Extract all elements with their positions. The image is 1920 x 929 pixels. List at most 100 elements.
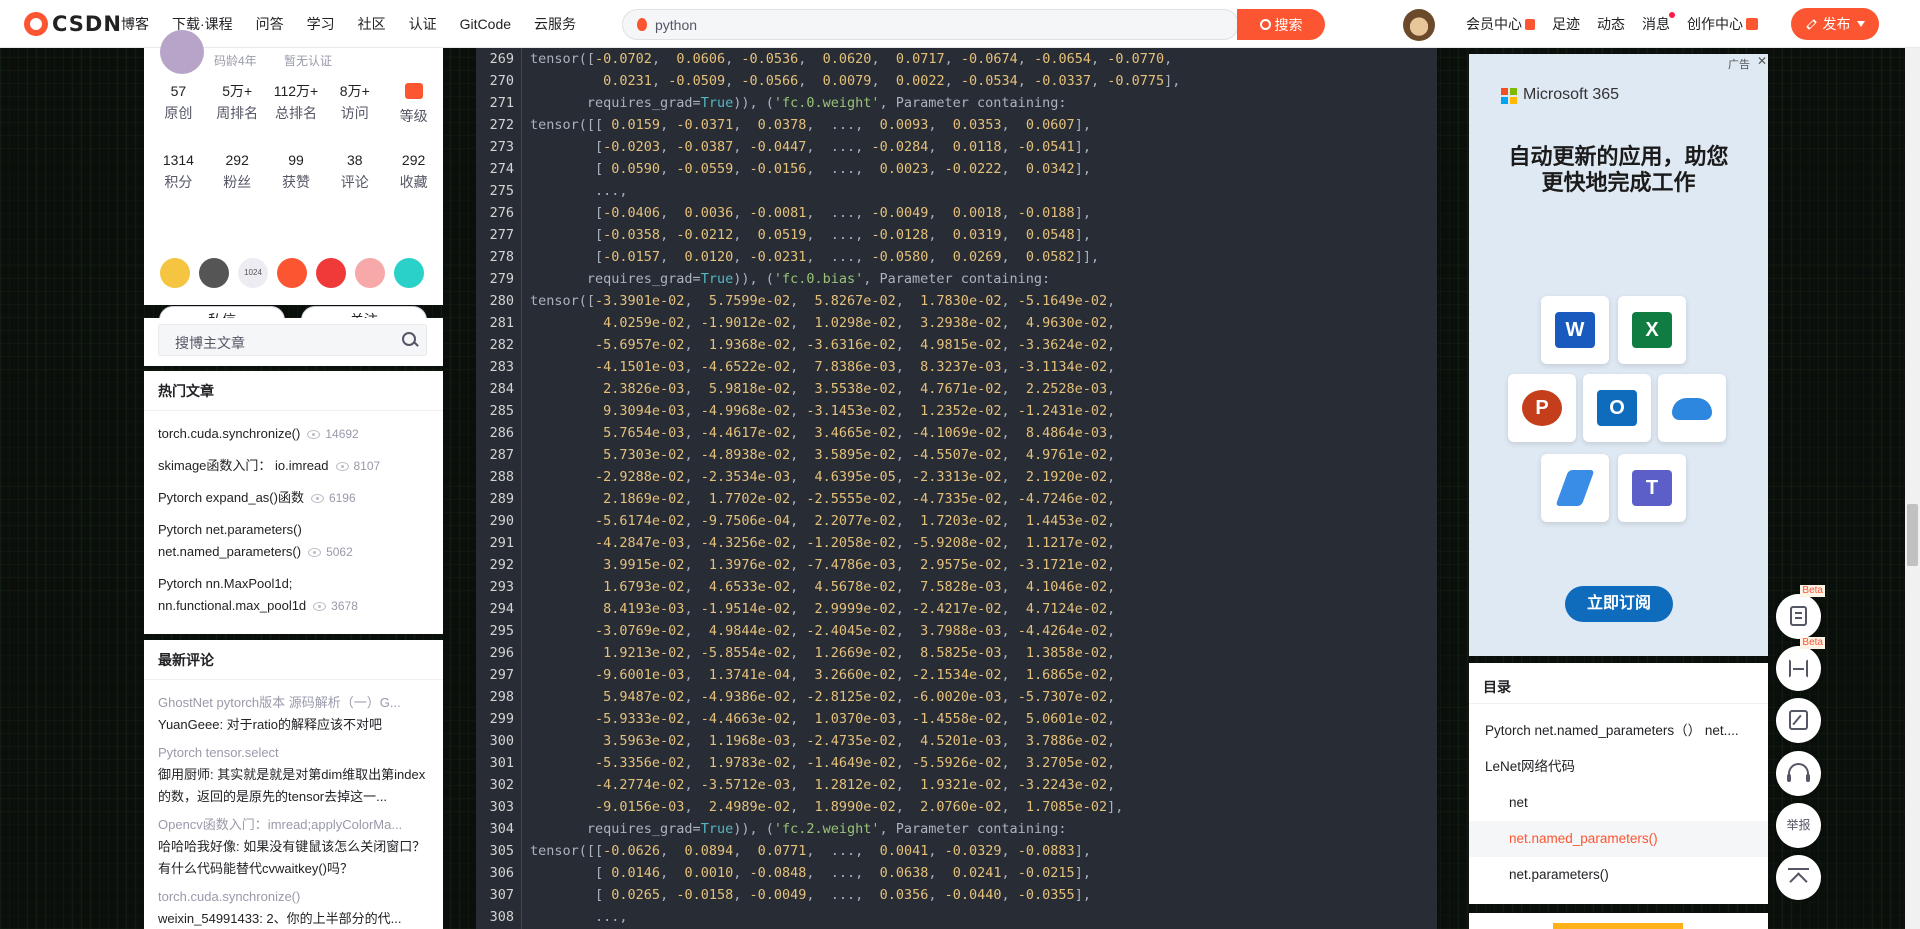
toc-item[interactable]: Pytorch net.named_parameters（） net....	[1469, 713, 1768, 749]
author-profile-card: 码龄4年 暂无认证 57 原创 5万+ 周排名 112万+ 总排名 8万+ 访问 等级 …	[144, 30, 443, 334]
hot-article-item[interactable]: torch.cuda.synchronize() 14692	[158, 423, 430, 445]
code-text: requires_grad=True)), ('fc.0.bias', Para…	[530, 271, 1051, 287]
line-number: 273	[489, 139, 514, 155]
user-avatar[interactable]	[1403, 9, 1435, 41]
code-line: 280 tensor([-3.3901e-02, 5.7599e-02, 5.82…	[476, 290, 1437, 312]
hot-article-title: Pytorch nn.MaxPool1d; nn.functional.max_…	[158, 576, 307, 613]
badge-icon[interactable]	[160, 258, 190, 288]
hot-article-item[interactable]: Pytorch expand_as()函数 6196	[158, 487, 430, 509]
dynamics-link[interactable]: 动态	[1597, 14, 1625, 34]
comment-item[interactable]: Pytorch tensor.select 御用厨师: 其实就是就是对第dim维…	[158, 742, 430, 808]
publish-button[interactable]: 发布	[1791, 8, 1879, 40]
subscribe-now-button[interactable]: 立即订阅	[1565, 586, 1673, 622]
line-number: 282	[489, 337, 514, 353]
latest-comments-title: 最新评论	[158, 652, 214, 668]
view-count: 14692	[325, 427, 359, 441]
line-number: 285	[489, 403, 514, 419]
divider	[1469, 703, 1768, 704]
code-tool-button[interactable]: Beta	[1776, 637, 1825, 691]
promo-banner-strip[interactable]	[1553, 923, 1683, 929]
comment-source-article[interactable]: Pytorch tensor.select	[158, 742, 430, 764]
nav-item-learn[interactable]: 学习	[307, 14, 335, 34]
page-scrollbar[interactable]	[1905, 48, 1920, 929]
search-button[interactable]: 搜索	[1237, 9, 1325, 40]
stat-likes[interactable]: 99 获赞	[267, 150, 326, 191]
comment-source-article[interactable]: torch.cuda.synchronize()	[158, 886, 430, 908]
comment-text: 哈哈哈我好像: 如果没有键鼠该怎么关闭窗口？ 有什么代码能替代cvwaitkey…	[158, 839, 426, 876]
nav-item-qa[interactable]: 问答	[256, 14, 284, 34]
stat-visits[interactable]: 8万+ 访问	[325, 81, 384, 125]
comment-item[interactable]: torch.cuda.synchronize() weixin_54991433…	[158, 886, 430, 929]
write-button[interactable]	[1776, 698, 1821, 743]
blog-search-input[interactable]: 搜博主文章	[158, 324, 427, 356]
line-number: 303	[489, 799, 514, 815]
code-line: 271 requires_grad=True)), ('fc.0.weight'…	[476, 92, 1437, 114]
toc-item[interactable]: net.parameters()	[1469, 857, 1768, 893]
badge-1024-icon[interactable]: 1024	[238, 258, 268, 288]
badge-icon[interactable]	[199, 258, 229, 288]
microsoft-365-ad[interactable]: 广告 ✕ Microsoft 365 自动更新的应用，助您 更快地完成工作 W …	[1469, 54, 1768, 656]
stat-favorites[interactable]: 292 收藏	[384, 150, 443, 191]
comment-item[interactable]: Opencv函数入门：imread;applyColorMa... 哈哈哈我好像…	[158, 814, 430, 880]
creation-center-link[interactable]: 创作中心	[1687, 14, 1758, 34]
author-avatar[interactable]	[160, 30, 204, 74]
nav-item-cloud[interactable]: 云服务	[534, 14, 576, 34]
comment-list: GhostNet pytorch版本 源码解析（一）G... YuanGeee:…	[158, 692, 430, 929]
nav-item-certification[interactable]: 认证	[409, 14, 437, 34]
nav-item-community[interactable]: 社区	[358, 14, 386, 34]
toc-item[interactable]: LeNet网络代码	[1469, 749, 1768, 785]
footprint-link[interactable]: 足迹	[1552, 14, 1580, 34]
back-to-top-button[interactable]	[1776, 855, 1821, 900]
hot-article-item[interactable]: Pytorch net.parameters() net.named_param…	[158, 519, 393, 563]
comment-item[interactable]: GhostNet pytorch版本 源码解析（一）G... YuanGeee:…	[158, 692, 430, 736]
hot-article-item[interactable]: skimage函数入门： io.imread 8107	[158, 455, 430, 477]
toc-item[interactable]: net	[1469, 785, 1768, 821]
vip-center-link[interactable]: 会员中心	[1466, 14, 1535, 34]
badge-icon[interactable]	[394, 258, 424, 288]
badge-icon[interactable]	[316, 258, 346, 288]
stat-total-rank[interactable]: 112万+ 总排名	[267, 81, 326, 125]
stat-fans[interactable]: 292 粉丝	[208, 150, 267, 191]
ad-label: 广告	[1728, 59, 1750, 71]
code-text: 5.7654e-03, -4.4617e-02, 3.4665e-02, -4.…	[603, 425, 1116, 441]
stat-weekly-rank[interactable]: 5万+ 周排名	[208, 81, 267, 125]
stat-original[interactable]: 57 原创	[149, 81, 208, 125]
customer-service-button[interactable]	[1776, 751, 1821, 796]
scrollbar-thumb[interactable]	[1907, 504, 1918, 566]
nav-item-blog[interactable]: 博客	[121, 14, 149, 34]
code-line: 281 4.0259e-02, -1.9012e-02, 1.0298e-02,…	[476, 312, 1437, 334]
report-button[interactable]: 举报	[1776, 803, 1821, 848]
ai-summary-button[interactable]: Beta	[1776, 585, 1825, 639]
messages-link[interactable]: 消息	[1642, 12, 1675, 34]
stat-points[interactable]: 1314 积分	[149, 150, 208, 191]
top-navbar: CSDN 博客 下载·课程 问答 学习 社区 认证 GitCode 云服务 py…	[0, 0, 1920, 48]
stat-level[interactable]: 等级	[384, 81, 443, 125]
site-search-input[interactable]: python	[622, 9, 1239, 40]
comment-source-article[interactable]: GhostNet pytorch版本 源码解析（一）G...	[158, 692, 430, 714]
stat-value: 99	[288, 152, 304, 168]
comment-source-article[interactable]: Opencv函数入门：imread;applyColorMa...	[158, 814, 430, 836]
nav-item-gitcode[interactable]: GitCode	[460, 16, 511, 32]
stat-value: 38	[347, 152, 363, 168]
onedrive-app-icon	[1658, 374, 1726, 442]
csdn-logo[interactable]: CSDN	[24, 12, 122, 36]
stat-comments[interactable]: 38 评论	[325, 150, 384, 191]
powerpoint-app-icon: P	[1508, 374, 1576, 442]
search-icon[interactable]	[402, 332, 418, 348]
publish-label: 发布	[1822, 16, 1851, 32]
code-line: 303 -9.0156e-03, 2.4989e-02, 1.8990e-02,…	[476, 796, 1437, 818]
hot-article-item[interactable]: Pytorch nn.MaxPool1d; nn.functional.max_…	[158, 573, 358, 617]
line-number: 308	[489, 909, 514, 925]
unread-dot	[1669, 12, 1675, 18]
close-icon[interactable]: ✕	[1757, 54, 1767, 68]
code-text: -5.6174e-02, -9.7506e-04, 2.2077e-02, 1.…	[595, 513, 1116, 529]
next-sidebar-card	[1469, 913, 1768, 929]
code-line: 302 -4.2774e-02, -3.5712e-03, 1.2812e-02…	[476, 774, 1437, 796]
toc-item-active[interactable]: net.named_parameters()	[1469, 821, 1768, 857]
line-number: 296	[489, 645, 514, 661]
badge-icon[interactable]	[277, 258, 307, 288]
code-text: [-0.0358, -0.0212, 0.0519, ..., -0.0128,…	[530, 227, 1091, 243]
divider	[144, 679, 443, 680]
code-block[interactable]: 269 tensor([-0.0702, 0.0606, -0.0536, 0.0…	[476, 48, 1437, 929]
badge-icon[interactable]	[355, 258, 385, 288]
